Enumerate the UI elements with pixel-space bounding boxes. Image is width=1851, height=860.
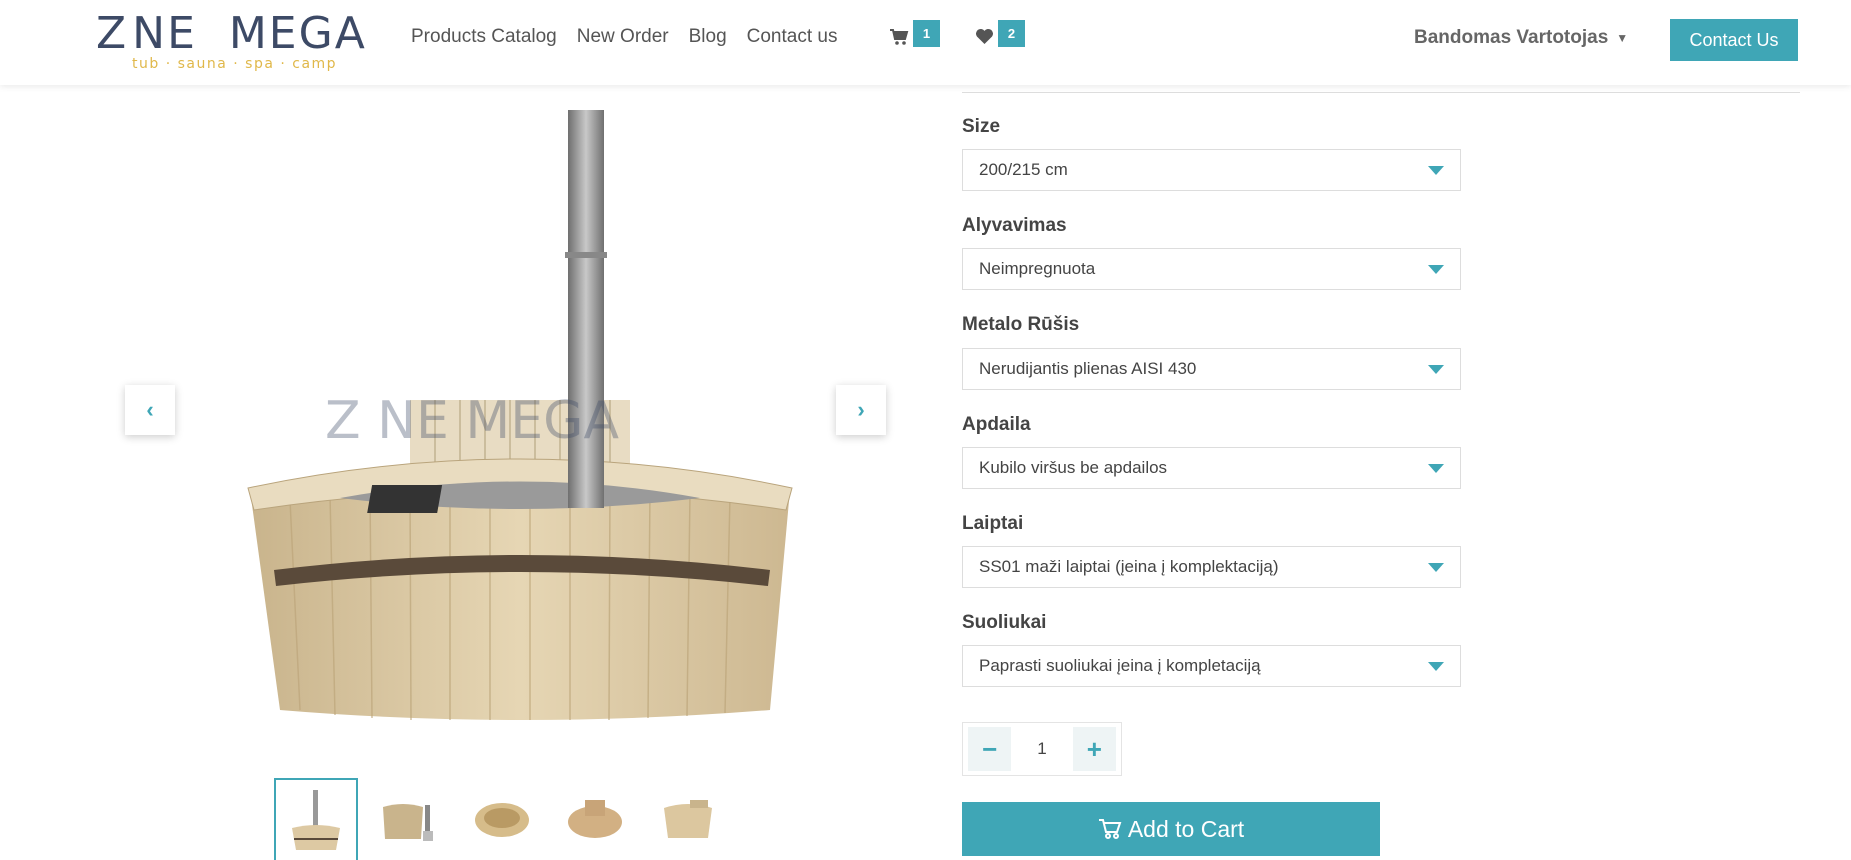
logo-wordmark: Z NE MEGA — [96, 8, 367, 59]
previous-image-button[interactable]: ‹ — [125, 385, 175, 435]
hot-tub-side-thumb-icon — [383, 804, 433, 841]
alyvavimas-select[interactable]: Neimpregnuota — [962, 248, 1461, 290]
add-to-cart-label: Add to Cart — [1127, 815, 1245, 842]
laiptai-label: Laiptai — [962, 513, 1024, 534]
nav-products-catalog[interactable]: Products Catalog — [411, 26, 557, 48]
caret-down-icon — [1428, 463, 1444, 473]
quantity-decrease-button[interactable]: − — [968, 727, 1012, 771]
apdaila-select[interactable]: Kubilo viršus be apdailos — [962, 447, 1461, 489]
laiptai-value: SS01 maži laiptai (įeina į komplektaciją… — [979, 557, 1279, 576]
caret-down-icon — [1428, 264, 1444, 274]
caret-down-icon — [1428, 165, 1444, 175]
caret-down-icon — [1428, 364, 1444, 374]
add-to-cart-button[interactable]: Add to Cart — [962, 802, 1380, 856]
thumbnail-2[interactable] — [367, 778, 451, 860]
hot-tub-image: Z NE MEGA — [247, 110, 793, 722]
cart-icon — [1098, 819, 1122, 839]
size-value: 200/215 cm — [979, 160, 1068, 179]
chevron-right-icon: › — [857, 397, 865, 422]
thumbnail-strip — [274, 778, 739, 860]
svg-text:Z NE MEGA: Z NE MEGA — [325, 391, 619, 451]
metalo-rusis-label: Metalo Rūšis — [962, 314, 1080, 335]
nav-contact-us[interactable]: Contact us — [747, 26, 838, 48]
nav-blog[interactable]: Blog — [689, 26, 727, 48]
thumbnail-5[interactable] — [646, 778, 730, 860]
laiptai-select[interactable]: SS01 maži laiptai (įeina į komplektaciją… — [962, 546, 1461, 588]
metalo-rusis-value: Nerudijantis plienas AISI 430 — [979, 359, 1197, 378]
product-main-image[interactable]: Z NE MEGA — [230, 100, 820, 722]
logo-tagline: tub · sauna · spa · camp — [132, 56, 338, 72]
heart-icon — [976, 28, 993, 45]
wishlist-link[interactable]: 2 — [975, 20, 1025, 47]
cart-icon — [890, 29, 909, 45]
quantity-stepper: − 1 + — [962, 722, 1122, 776]
quantity-input[interactable]: 1 — [1011, 739, 1072, 759]
tub-bench-thumb-icon — [568, 800, 622, 838]
caret-down-icon — [1428, 562, 1444, 572]
thumbnail-3[interactable] — [460, 778, 544, 860]
quantity-increase-button[interactable]: + — [1072, 727, 1116, 771]
alyvavimas-label: Alyvavimas — [962, 215, 1067, 236]
size-select[interactable]: 200/215 cm — [962, 149, 1461, 191]
metalo-rusis-select[interactable]: Nerudijantis plienas AISI 430 — [962, 348, 1461, 390]
chevron-left-icon: ‹ — [146, 397, 154, 422]
main-nav: Products Catalog New Order Blog Contact … — [411, 26, 857, 48]
suoliukai-select[interactable]: Paprasti suoliukai įeina į kompletaciją — [962, 645, 1461, 687]
apdaila-label: Apdaila — [962, 414, 1031, 435]
size-label: Size — [962, 116, 1001, 137]
alyvavimas-value: Neimpregnuota — [979, 259, 1096, 278]
chevron-down-icon: ▼ — [1616, 31, 1629, 45]
caret-down-icon — [1428, 661, 1444, 671]
thumbnail-4[interactable] — [553, 778, 637, 860]
apdaila-value: Kubilo viršus be apdailos — [979, 458, 1168, 477]
cart-count-badge: 1 — [913, 20, 940, 47]
brand-logo[interactable]: Z NE MEGA tub · sauna · spa · camp — [96, 12, 366, 74]
suoliukai-value: Paprasti suoliukai įeina į kompletaciją — [979, 656, 1261, 675]
divider — [962, 92, 1800, 93]
contact-us-button[interactable]: Contact Us — [1670, 19, 1798, 61]
cart-link[interactable]: 1 — [889, 20, 940, 47]
user-menu[interactable]: Bandomas Vartotojas ▼ — [1414, 27, 1628, 49]
user-name: Bandomas Vartotojas — [1414, 27, 1609, 48]
hot-tub-thumb-icon — [292, 790, 340, 850]
next-image-button[interactable]: › — [836, 385, 886, 435]
suoliukai-label: Suoliukai — [962, 612, 1047, 633]
wishlist-count-badge: 2 — [998, 20, 1025, 47]
site-header: Z NE MEGA tub · sauna · spa · camp Produ… — [0, 0, 1851, 85]
round-tub-thumb-icon — [664, 800, 712, 838]
nav-new-order[interactable]: New Order — [577, 26, 669, 48]
wooden-tub-thumb-icon — [475, 803, 529, 837]
thumbnail-1[interactable] — [274, 778, 358, 860]
